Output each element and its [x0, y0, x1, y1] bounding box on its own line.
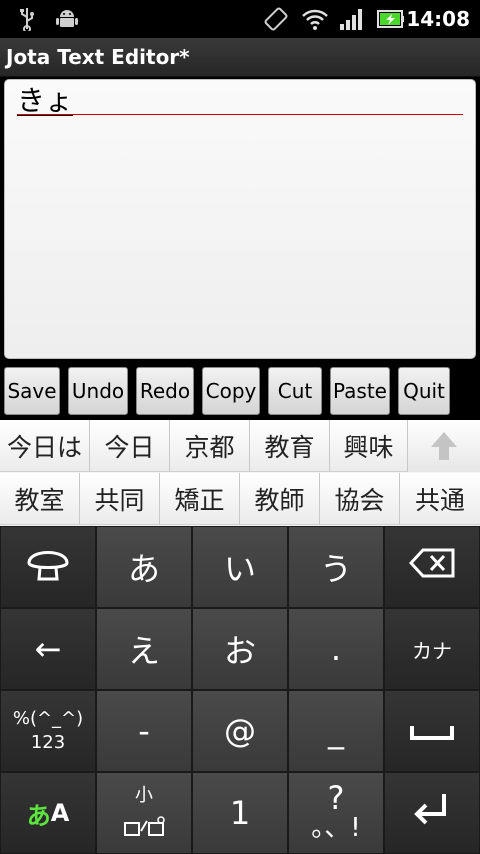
- symbol-number-mode-key[interactable]: %(^_^) 123: [0, 690, 96, 772]
- underscore-key[interactable]: _: [288, 690, 384, 772]
- period-key[interactable]: .: [288, 608, 384, 690]
- battery-charging-icon: [376, 6, 406, 32]
- japanese-keyboard: あ い う ← え お . カナ %(^_^) 123 - @ _ あ A 小 …: [0, 526, 480, 854]
- save-button[interactable]: Save: [4, 367, 60, 415]
- signal-icon: [338, 6, 366, 32]
- katakana-key[interactable]: カナ: [384, 608, 480, 690]
- status-bar: 14:08: [0, 0, 480, 38]
- mushroom-icon: [25, 543, 71, 591]
- kana-key-a[interactable]: あ: [96, 526, 192, 608]
- backspace-key[interactable]: [384, 526, 480, 608]
- status-time: 14:08: [406, 7, 470, 31]
- at-key[interactable]: @: [192, 690, 288, 772]
- candidate-item[interactable]: 協会: [320, 473, 400, 525]
- candidate-item[interactable]: 教室: [0, 473, 80, 525]
- paste-button[interactable]: Paste: [330, 367, 390, 415]
- app-title: Jota Text Editor*: [6, 45, 190, 69]
- conversion-candidates: 今日は 今日 京都 教育 興味 教室 共同 矯正 教師 協会 共通: [0, 420, 480, 526]
- candidate-item[interactable]: 教師: [240, 473, 320, 525]
- punctuation-key[interactable]: ? 。、!: [288, 772, 384, 854]
- small-kana-label: 小: [135, 785, 153, 806]
- android-debug-icon: [54, 6, 80, 32]
- enter-key[interactable]: [384, 772, 480, 854]
- editor-composing-text[interactable]: きょ: [17, 84, 73, 118]
- candidate-item[interactable]: 今日は: [0, 420, 90, 472]
- editor-current-line-marker: [17, 114, 463, 115]
- candidate-item[interactable]: 共通: [400, 473, 480, 525]
- text-editor-area[interactable]: きょ: [4, 79, 476, 359]
- undo-button[interactable]: Undo: [68, 367, 128, 415]
- usb-icon: [16, 6, 38, 32]
- space-icon: [410, 712, 454, 750]
- hyphen-key[interactable]: -: [96, 690, 192, 772]
- symbol-mode-label: %(^_^): [12, 708, 84, 729]
- copy-button[interactable]: Copy: [202, 367, 260, 415]
- digit-one-key[interactable]: 1: [192, 772, 288, 854]
- cursor-left-key[interactable]: ←: [0, 608, 96, 690]
- redo-button[interactable]: Redo: [136, 367, 194, 415]
- editor-toolbar: Save Undo Redo Copy Cut Paste Quit: [0, 362, 480, 420]
- mushroom-key[interactable]: [0, 526, 96, 608]
- enter-icon: [412, 792, 452, 834]
- wifi-icon: [300, 6, 330, 32]
- candidate-item[interactable]: 教育: [250, 420, 330, 472]
- kana-key-u[interactable]: う: [288, 526, 384, 608]
- candidate-item[interactable]: 今日: [90, 420, 170, 472]
- hiragana-mode-label: あ: [26, 801, 51, 830]
- number-mode-label: 123: [30, 732, 66, 753]
- punctuation-label: 。、!: [311, 813, 361, 843]
- candidate-item[interactable]: 京都: [170, 420, 250, 472]
- kana-key-i[interactable]: い: [192, 526, 288, 608]
- cut-button[interactable]: Cut: [268, 367, 322, 415]
- expand-candidates-arrow-icon[interactable]: [408, 420, 480, 472]
- kana-key-o[interactable]: お: [192, 608, 288, 690]
- space-key[interactable]: [384, 690, 480, 772]
- rotate-icon: [262, 6, 290, 32]
- input-mode-toggle-key[interactable]: あ A: [0, 772, 96, 854]
- candidate-item[interactable]: 矯正: [160, 473, 240, 525]
- alphabet-mode-label: A: [50, 799, 70, 827]
- backspace-icon: [408, 548, 455, 586]
- candidate-item[interactable]: 共同: [80, 473, 160, 525]
- small-dakuten-key[interactable]: 小: [96, 772, 192, 854]
- question-mark-label: ?: [327, 779, 345, 817]
- candidate-item[interactable]: 興味: [330, 420, 408, 472]
- quit-button[interactable]: Quit: [398, 367, 450, 415]
- kana-key-e[interactable]: え: [96, 608, 192, 690]
- app-title-bar: Jota Text Editor*: [0, 38, 480, 77]
- dakuten-icon: [123, 807, 165, 845]
